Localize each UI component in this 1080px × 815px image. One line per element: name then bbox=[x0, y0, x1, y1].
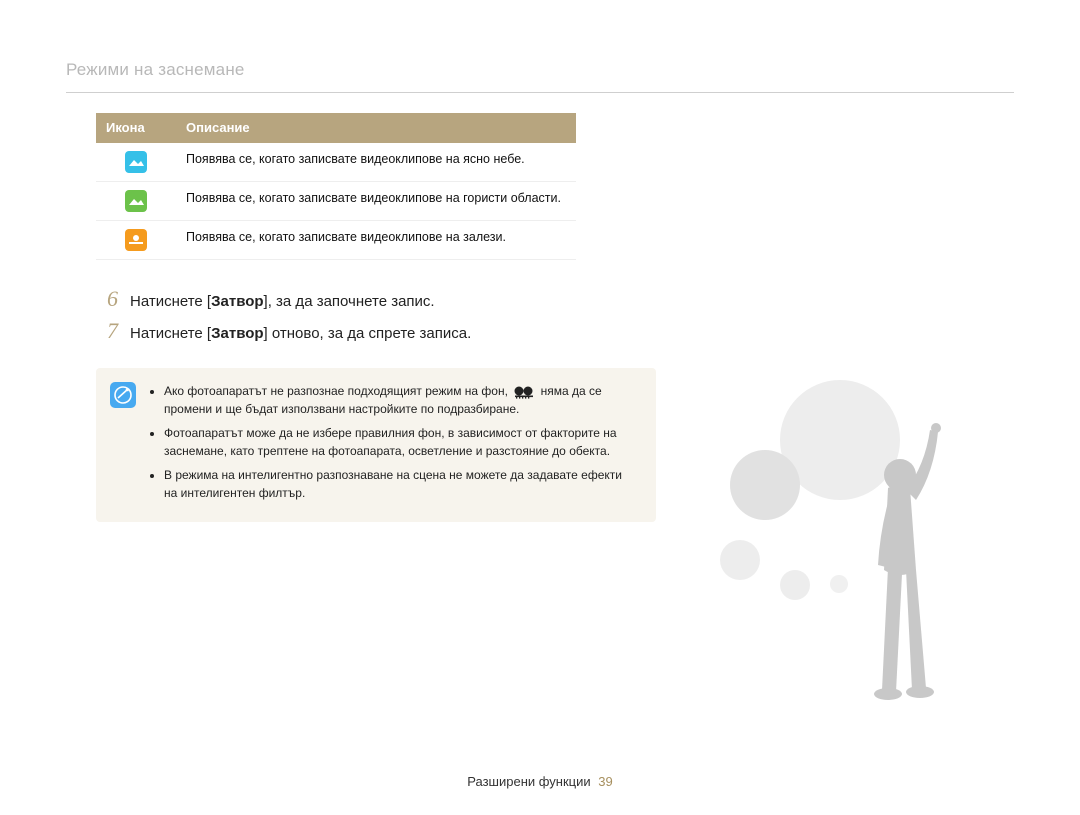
step-number: 6 bbox=[96, 288, 118, 310]
note-box: Ако фотоапаратът не разпознае подходящия… bbox=[96, 368, 656, 522]
step-text: Натиснете [Затвор] отново, за да спрете … bbox=[130, 325, 471, 342]
col-header-desc: Описание bbox=[176, 113, 576, 143]
cell-icon bbox=[96, 182, 176, 221]
step-suffix: ], за да започнете запис. bbox=[264, 293, 435, 310]
cell-icon bbox=[96, 143, 176, 182]
decorative-silhouette bbox=[720, 360, 980, 760]
note-text: В режима на интелигентно разпознаване на… bbox=[164, 468, 622, 500]
document-page: Режими на заснемане Икона Описание Появя… bbox=[0, 0, 1080, 815]
page-footer: Разширени функции 39 bbox=[0, 774, 1080, 789]
forest-icon bbox=[125, 190, 147, 212]
step-7: 7 Натиснете [Затвор] отново, за да спрет… bbox=[96, 320, 646, 342]
step-text: Натиснете [Затвор], за да започнете запи… bbox=[130, 293, 435, 310]
table-row: Появява се, когато записвате видеоклипов… bbox=[96, 182, 576, 221]
step-prefix: Натиснете [ bbox=[130, 293, 211, 310]
note-text: Ако фотоапаратът не разпознае подходящия… bbox=[164, 384, 511, 398]
note-text: Фотоапаратът може да не избере правилния… bbox=[164, 426, 617, 458]
left-column: Икона Описание Появява се, когато записв… bbox=[96, 113, 646, 522]
step-prefix: Натиснете [ bbox=[130, 325, 211, 342]
table-row: Появява се, когато записвате видеоклипов… bbox=[96, 221, 576, 260]
note-bullet: Фотоапаратът може да не избере правилния… bbox=[164, 424, 638, 460]
icon-table: Икона Описание Появява се, когато записв… bbox=[96, 113, 576, 260]
table-row: Появява се, когато записвате видеоклипов… bbox=[96, 143, 576, 182]
page-number: 39 bbox=[598, 774, 612, 789]
note-bullet: Ако фотоапаратът не разпознае подходящия… bbox=[164, 382, 638, 418]
steps-list: 6 Натиснете [Затвор], за да започнете за… bbox=[96, 288, 646, 342]
step-number: 7 bbox=[96, 320, 118, 342]
note-body: Ако фотоапаратът не разпознае подходящия… bbox=[150, 382, 638, 508]
step-bold: Затвор bbox=[211, 293, 263, 310]
cell-desc: Появява се, когато записвате видеоклипов… bbox=[176, 182, 576, 221]
cell-desc: Появява се, когато записвате видеоклипов… bbox=[176, 221, 576, 260]
note-bullet: В режима на интелигентно разпознаване на… bbox=[164, 466, 638, 502]
cell-icon bbox=[96, 221, 176, 260]
step-bold: Затвор bbox=[211, 325, 263, 342]
section-title: Режими на заснемане bbox=[66, 60, 1014, 93]
sky-icon bbox=[125, 151, 147, 173]
step-suffix: ] отново, за да спрете записа. bbox=[264, 325, 472, 342]
step-6: 6 Натиснете [Затвор], за да започнете за… bbox=[96, 288, 646, 310]
smart-video-icon bbox=[513, 385, 535, 399]
sunset-icon bbox=[125, 229, 147, 251]
note-icon bbox=[110, 382, 136, 408]
cell-desc: Появява се, когато записвате видеоклипов… bbox=[176, 143, 576, 182]
col-header-icon: Икона bbox=[96, 113, 176, 143]
footer-label: Разширени функции bbox=[467, 774, 590, 789]
